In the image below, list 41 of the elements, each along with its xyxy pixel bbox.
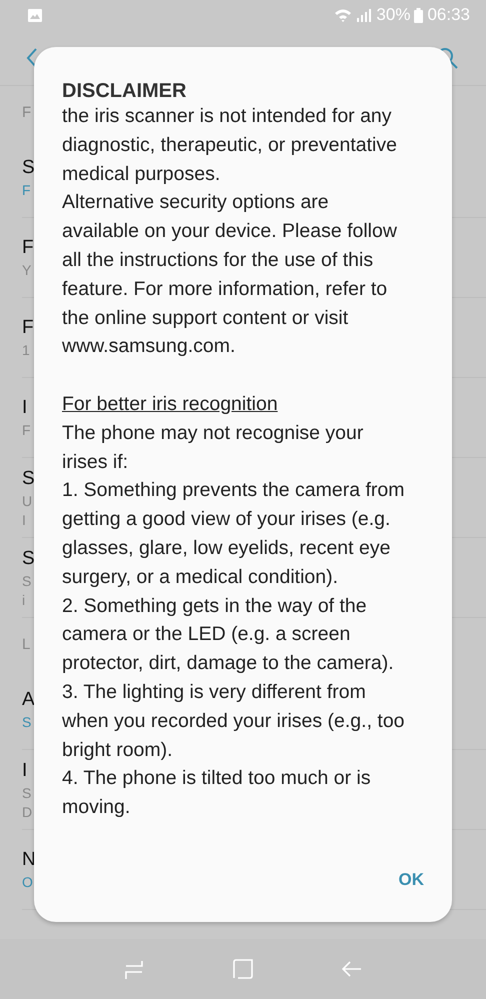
setting-title[interactable]: S	[22, 157, 35, 179]
paragraph: 1. Something prevents the camera from getting a good view of your irises (e.g. glasses, glare, low eyelids, recent eye surgery, or a medical condition).	[62, 478, 406, 590]
setting-summary: Y	[22, 262, 32, 278]
section-header: F	[22, 104, 32, 120]
battery-icon	[414, 8, 424, 22]
signal-icon	[356, 8, 372, 22]
paragraph: 4. The phone is tilted too much or is moving.	[62, 766, 372, 820]
paragraph: The phone may not recognise your irises if:	[62, 420, 364, 475]
setting-summary: I	[22, 512, 26, 528]
section-heading: For better iris recognition	[62, 392, 279, 417]
setting-summary: S	[22, 784, 32, 800]
paragraph: the iris scanner is not intended for any diagnostic, therapeutic, or preventative medical purposes.	[62, 104, 398, 187]
setting-title[interactable]: S	[22, 548, 35, 570]
setting-summary: S	[22, 572, 32, 588]
section-header: L	[22, 636, 30, 652]
setting-title[interactable]: I	[22, 397, 28, 419]
setting-summary: 1	[22, 342, 30, 358]
paragraph: Alternative security options are available on your device. Please follow all the instructions for the use of this feature. For more information, refer to the online support content or visit www.samsung.com.	[62, 190, 398, 360]
wifi-icon	[334, 8, 352, 22]
setting-summary: F	[22, 422, 31, 438]
back-icon[interactable]	[342, 959, 362, 979]
setting-title[interactable]: A	[22, 689, 35, 711]
setting-summary: S	[22, 714, 32, 730]
paragraph: 2. Something gets in the way of the camera or the LED (e.g. a screen protector, dirt, damage to the camera).	[62, 594, 395, 676]
ok-button[interactable]: OK	[396, 864, 426, 896]
setting-summary: i	[22, 592, 26, 608]
setting-title[interactable]: I	[22, 760, 28, 782]
home-icon[interactable]	[232, 959, 253, 979]
setting-summary: O	[22, 874, 33, 890]
setting-title[interactable]: F	[22, 237, 34, 259]
paragraph: 3. The lighting is very different from when you recorded your irises (e.g., too bright room).	[62, 680, 406, 763]
setting-summary: U	[22, 492, 32, 508]
back-icon[interactable]	[26, 46, 38, 68]
setting-summary: D	[22, 804, 32, 820]
setting-title[interactable]: N	[22, 849, 36, 871]
gallery-icon	[28, 8, 42, 22]
dialog-title: DISCLAIMER	[62, 80, 186, 102]
setting-title[interactable]: S	[22, 468, 35, 490]
recent-apps-icon[interactable]	[124, 959, 144, 979]
setting-title[interactable]: F	[22, 317, 34, 339]
setting-summary: F	[22, 182, 31, 198]
